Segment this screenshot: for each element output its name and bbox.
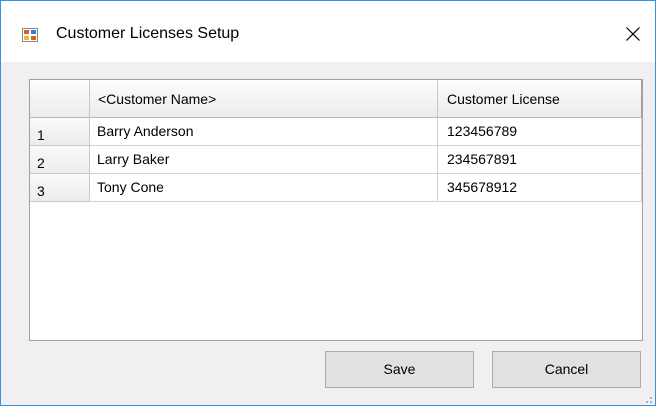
save-button[interactable]: Save (325, 351, 474, 388)
customer-license-cell[interactable]: 345678912 (438, 174, 642, 202)
cancel-button[interactable]: Cancel (492, 351, 641, 388)
close-button[interactable] (611, 16, 655, 52)
table-row[interactable]: 2 Larry Baker 234567891 (30, 146, 642, 174)
customer-licenses-dialog: Customer Licenses Setup <Customer Name> … (0, 0, 656, 406)
close-icon (626, 27, 640, 41)
resize-grip-icon[interactable] (641, 392, 653, 404)
column-header-customer-name[interactable]: <Customer Name> (90, 80, 438, 118)
customer-license-cell[interactable]: 234567891 (438, 146, 642, 174)
row-header[interactable]: 2 (30, 146, 90, 174)
customer-name-cell[interactable]: Tony Cone (90, 174, 438, 202)
row-header[interactable]: 1 (30, 118, 90, 146)
column-header-customer-license[interactable]: Customer License (438, 80, 642, 118)
window-title: Customer Licenses Setup (56, 25, 240, 42)
customer-name-cell[interactable]: Barry Anderson (90, 118, 438, 146)
form-app-icon (22, 27, 38, 43)
table-row[interactable]: 1 Barry Anderson 123456789 (30, 118, 642, 146)
customer-license-cell[interactable]: 123456789 (438, 118, 642, 146)
customer-licenses-grid[interactable]: <Customer Name> Customer License 1 Barry… (29, 79, 643, 341)
row-header[interactable]: 3 (30, 174, 90, 202)
table-row[interactable]: 3 Tony Cone 345678912 (30, 174, 642, 202)
customer-name-cell[interactable]: Larry Baker (90, 146, 438, 174)
grid-corner-header[interactable] (30, 80, 90, 118)
title-bar[interactable]: Customer Licenses Setup (1, 1, 655, 62)
